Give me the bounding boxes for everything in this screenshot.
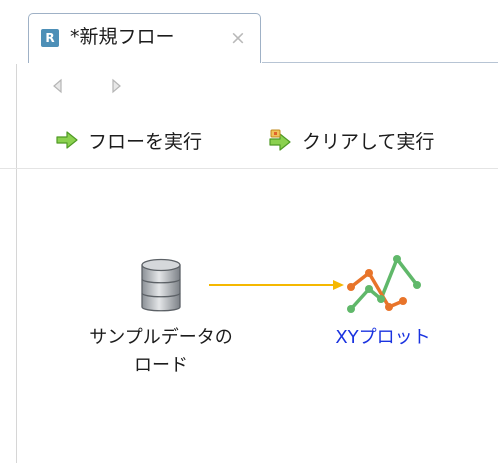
green-arrow-icon	[56, 131, 78, 149]
source-node-label: サンプルデータの ロード	[67, 324, 255, 380]
forward-arrow-icon	[112, 78, 121, 94]
connector-arrow[interactable]	[207, 277, 347, 293]
close-icon[interactable]: ×	[228, 28, 248, 48]
tab-title: *新規フロー	[70, 26, 175, 48]
clear-and-run-label: クリアして実行	[302, 130, 435, 153]
forward-button[interactable]	[108, 78, 124, 94]
r-file-icon: R	[41, 29, 59, 47]
back-button[interactable]	[50, 78, 66, 94]
flow-canvas[interactable]: サンプルデータの ロード XYプロット	[17, 169, 498, 463]
source-node-label-line2: ロード	[134, 355, 188, 376]
target-node-label[interactable]: XYプロット	[315, 324, 451, 352]
source-node-label-line1: サンプルデータの	[89, 327, 233, 348]
back-arrow-icon	[53, 78, 62, 94]
flow-editor-window: R *新規フロー × フローを実行 クリアして実行 サンプルデータの ロード X…	[0, 0, 498, 463]
run-flow-label: フローを実行	[88, 130, 203, 153]
toolbar: フローを実行 クリアして実行	[0, 118, 498, 158]
database-icon[interactable]	[139, 257, 183, 315]
run-flow-button[interactable]: フローを実行	[56, 126, 202, 154]
xy-plot-icon[interactable]	[345, 251, 421, 315]
tab-strip-divider	[262, 62, 498, 63]
clear-and-run-button[interactable]: クリアして実行	[268, 126, 434, 154]
tab-new-flow[interactable]: R *新規フロー ×	[28, 13, 261, 63]
tab-strip: R *新規フロー ×	[0, 0, 498, 64]
clear-run-arrow-icon	[269, 129, 291, 151]
